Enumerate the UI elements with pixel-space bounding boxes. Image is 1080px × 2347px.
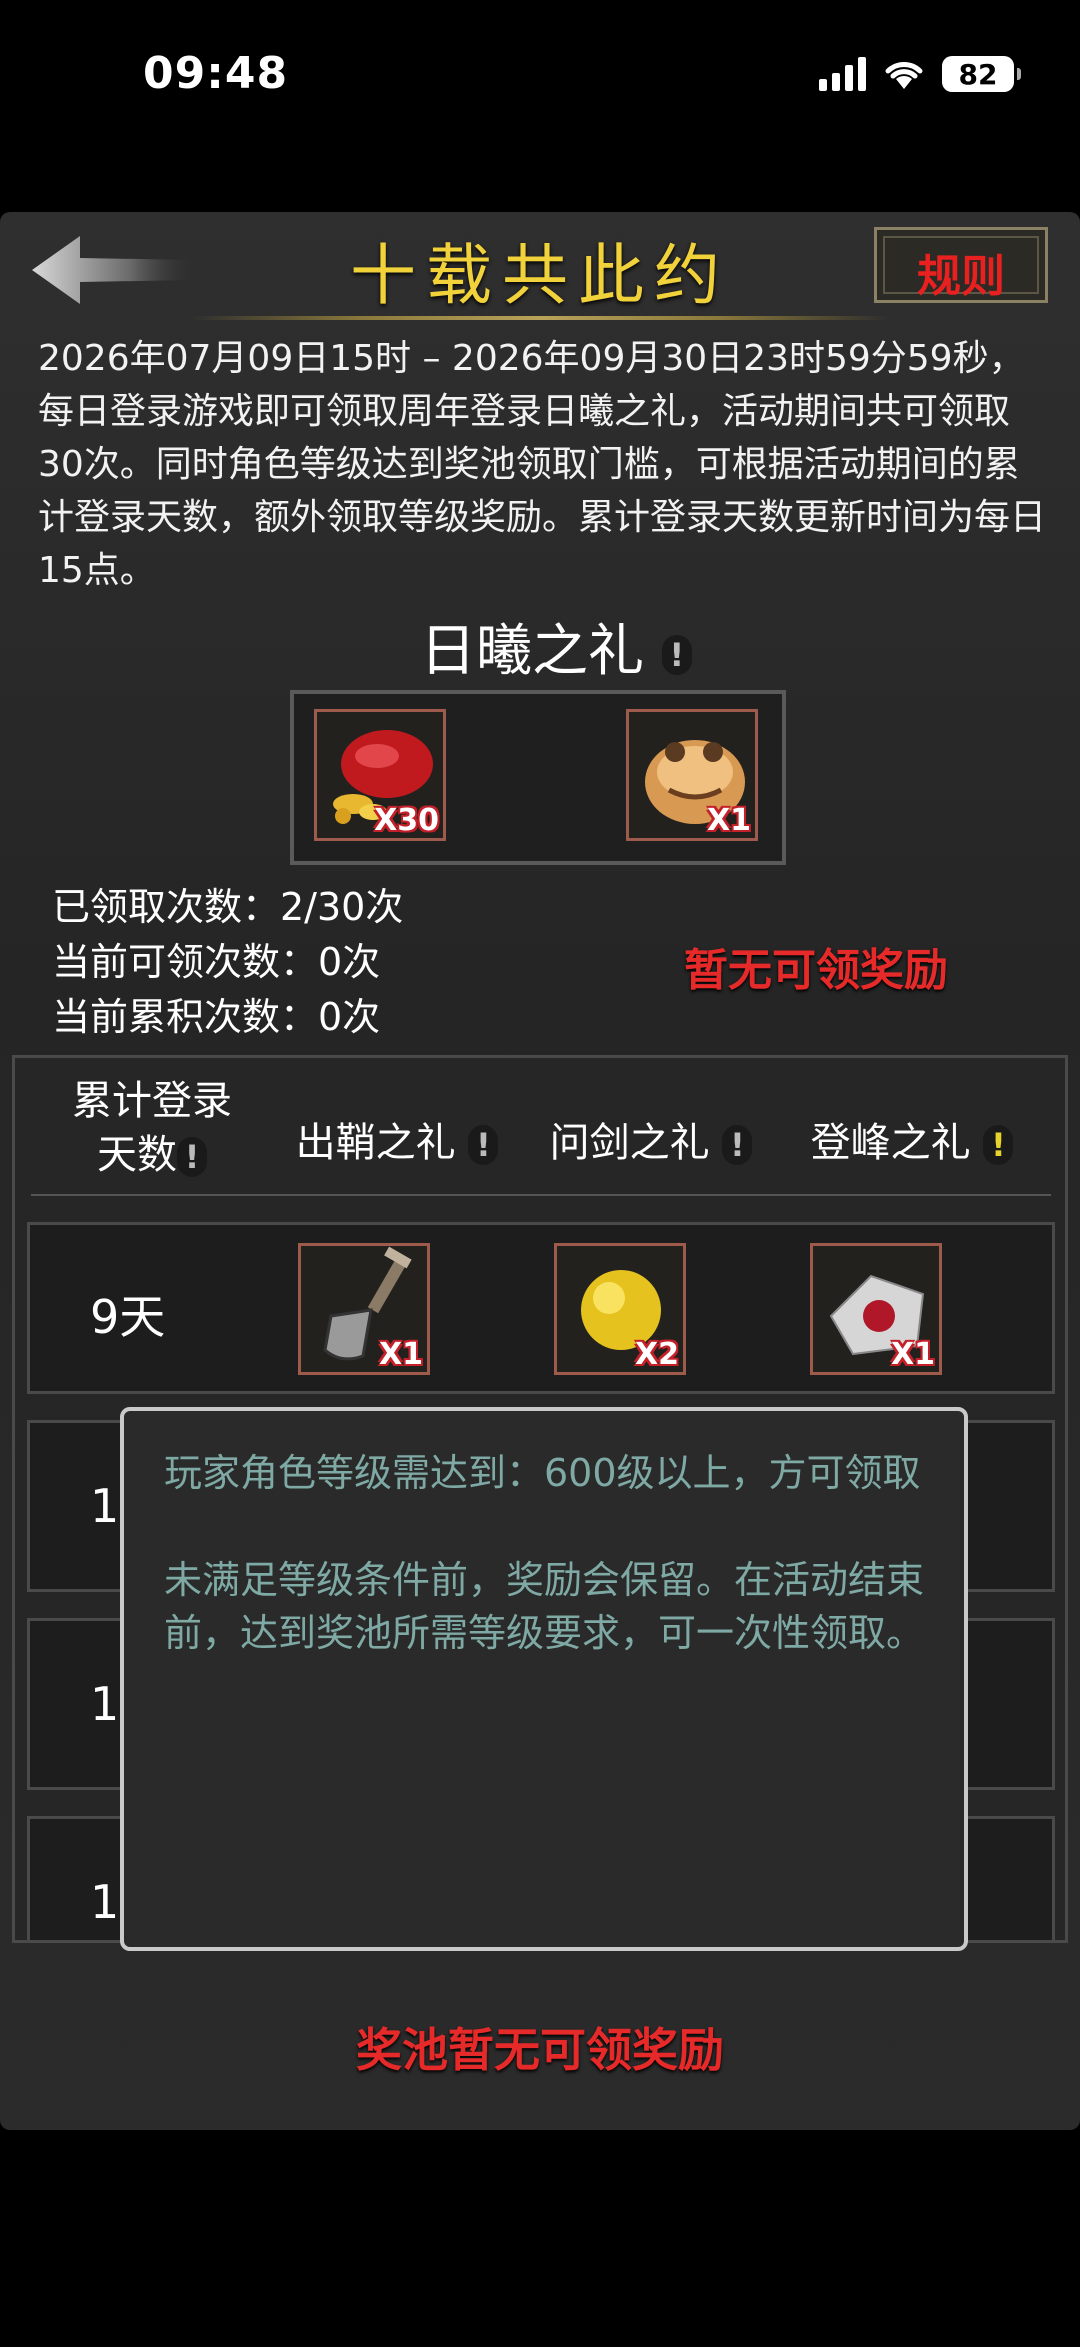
status-time: 09:48 bbox=[143, 48, 289, 99]
rules-label: 规则 bbox=[917, 251, 1005, 302]
reward-item-golden-toad[interactable]: X1 bbox=[626, 709, 758, 841]
claim-stats: 已领取次数：2/30次 当前可领次数：0次 当前累积次数：0次 bbox=[52, 880, 403, 1045]
tooltip-note: 未满足等级条件前，奖励会保留。在活动结束前，达到奖池所需等级要求，可一次性领取。 bbox=[164, 1558, 925, 1655]
page-title: 十载共此约 bbox=[350, 237, 730, 314]
info-icon[interactable]: ! bbox=[722, 1125, 753, 1165]
pool-no-reward-status: 奖池暂无可领奖励 bbox=[356, 2023, 724, 2077]
reward-item-golden-orb[interactable]: X2 bbox=[554, 1243, 686, 1375]
info-icon[interactable]: ! bbox=[661, 634, 692, 675]
row-day: 1 bbox=[90, 1875, 120, 1929]
header-divider bbox=[31, 1194, 1051, 1196]
info-icon[interactable]: ! bbox=[983, 1125, 1014, 1165]
event-description: 2026年07月09日15时 – 2026年09月30日23时59分59秒，每日… bbox=[38, 338, 1047, 591]
claimable-count: 当前可领次数：0次 bbox=[52, 940, 381, 984]
wifi-icon bbox=[885, 62, 923, 89]
table-row: 9天 X1 X2 X1 bbox=[27, 1222, 1055, 1394]
reward-item-red-pouch[interactable]: X30 bbox=[314, 709, 446, 841]
info-icon[interactable]: ! bbox=[468, 1125, 499, 1165]
column-header-tier2: 问剑之礼 ! bbox=[531, 1116, 771, 1170]
info-icon[interactable]: ! bbox=[177, 1137, 207, 1177]
claimed-count: 已领取次数：2/30次 bbox=[52, 885, 404, 929]
cellular-signal-icon bbox=[819, 57, 866, 91]
level-requirement-tooltip[interactable]: 玩家角色等级需达到：600级以上，方可领取 未满足等级条件前，奖励会保留。在活动… bbox=[120, 1407, 968, 1951]
column-header-tier3: 登峰之礼 ! bbox=[787, 1116, 1037, 1170]
no-reward-status: 暂无可领奖励 bbox=[684, 945, 948, 996]
battery-icon: 82 bbox=[942, 56, 1021, 92]
row-day: 1 bbox=[90, 1479, 120, 1533]
reward-item-shovel[interactable]: X1 bbox=[298, 1243, 430, 1375]
column-header-login-days: 累计登录 天数! bbox=[72, 1078, 232, 1178]
title-divider bbox=[190, 316, 890, 320]
accumulated-count: 当前累积次数：0次 bbox=[52, 995, 381, 1039]
row-day: 9天 bbox=[90, 1290, 166, 1344]
column-header-tier1: 出鞘之礼 ! bbox=[277, 1116, 517, 1170]
reward-item-stone-ore[interactable]: X1 bbox=[810, 1243, 942, 1375]
status-icons: 82 bbox=[819, 56, 1021, 92]
tooltip-requirement: 玩家角色等级需达到：600级以上，方可领取 bbox=[164, 1451, 921, 1495]
rules-button[interactable]: 规则 bbox=[874, 227, 1048, 303]
back-arrow-icon[interactable] bbox=[28, 230, 198, 310]
row-day: 1 bbox=[90, 1677, 120, 1731]
daily-gift-title: 日曦之礼 ! bbox=[420, 606, 692, 687]
